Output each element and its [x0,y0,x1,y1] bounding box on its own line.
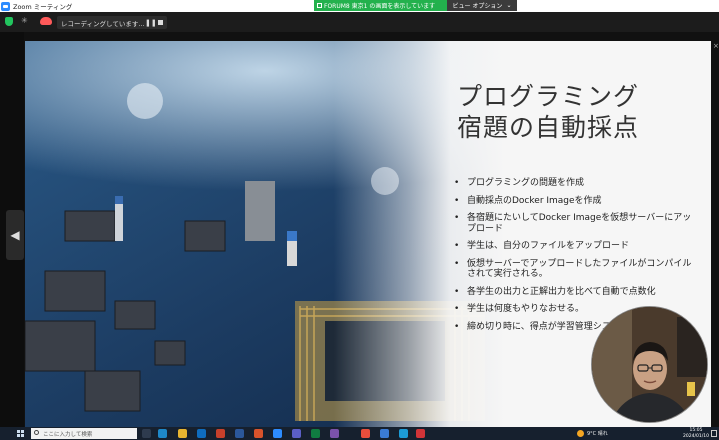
weather-text[interactable]: 9°C 晴れ [587,430,608,437]
search-icon [34,430,39,435]
share-banner-text: FORUM8 東京1 の画面を表示しています [324,3,436,10]
bullet-item: 各宿題にたいしてDocker Imageを仮想サーバーにアップロード [452,213,692,234]
notification-icon[interactable] [711,430,717,437]
task-view-icon[interactable] [142,429,151,438]
cloud-record-icon [40,17,52,25]
slide-title-line: プログラミング [457,82,640,111]
zoom-app-icon [1,1,10,11]
window-title: Zoom ミーティング [13,3,73,11]
participant-avatar [592,307,707,422]
onenote-icon[interactable] [330,429,339,438]
taskbar-search-input[interactable]: ここに入力して検索 [31,428,137,439]
view-options-label: ビュー オプション [452,3,503,10]
close-icon[interactable]: × [713,42,719,50]
screen-share-icon [317,3,322,8]
taskbar-clock[interactable]: 15:05 2024/01/10 [683,428,709,439]
slide-title: プログラミング 宿題の自動採点 [457,81,707,143]
bullet-item: 各学生の出力と正解出力を比べて自動で点数化 [452,287,692,298]
previous-slide-button[interactable]: ◀ [6,210,24,260]
powerpoint-icon[interactable] [216,429,225,438]
app-icon[interactable] [254,429,263,438]
bullet-item: 仮想サーバーでアップロードしたファイルがコンパイルされて実行される。 [452,259,692,280]
windows-start-icon[interactable] [17,430,24,437]
participant-video[interactable] [591,306,708,423]
bullet-item: プログラミングの問題を作成 [452,178,692,189]
system-tray: 9°C 晴れ [577,427,608,440]
pause-recording-icon[interactable]: ❚❚ [145,19,157,27]
recording-status: レコーディングしています... [61,19,145,28]
zoom-taskbar-icon[interactable] [273,429,282,438]
file-explorer-icon[interactable] [178,429,187,438]
search-placeholder: ここに入力して検索 [43,431,93,438]
meeting-toolbar: ✳ レコーディングしています... ❚❚ [0,12,719,32]
chrome-icon[interactable] [361,429,370,438]
app-icon[interactable] [380,429,389,438]
security-shield-icon[interactable] [5,17,13,26]
stop-recording-icon[interactable] [158,20,163,25]
sparkle-icon[interactable]: ✳ [21,16,28,25]
excel-icon[interactable] [311,429,320,438]
edge-icon[interactable] [158,429,167,438]
view-options-button[interactable]: ビュー オプション ⌄ [447,0,517,11]
bullet-item: 自動採点のDocker Imageを作成 [452,196,692,207]
teams-icon[interactable] [292,429,301,438]
mail-icon[interactable] [197,429,206,438]
weather-sun-icon [577,430,584,437]
app-icon[interactable] [416,429,425,438]
screen-share-banner: FORUM8 東京1 の画面を表示しています [314,0,447,11]
word-icon[interactable] [235,429,244,438]
recording-indicator: レコーディングしています... ❚❚ [57,16,167,29]
bullet-item: 学生は、自分のファイルをアップロード [452,241,692,252]
slide-title-line: 宿題の自動採点 [457,113,640,142]
chevron-down-icon: ⌄ [506,2,512,9]
app-icon[interactable] [399,429,408,438]
os-taskbar: ここに入力して検索 9°C 晴れ 15:05 2024/01/10 [0,427,719,440]
clock-date: 2024/01/10 [683,433,709,439]
